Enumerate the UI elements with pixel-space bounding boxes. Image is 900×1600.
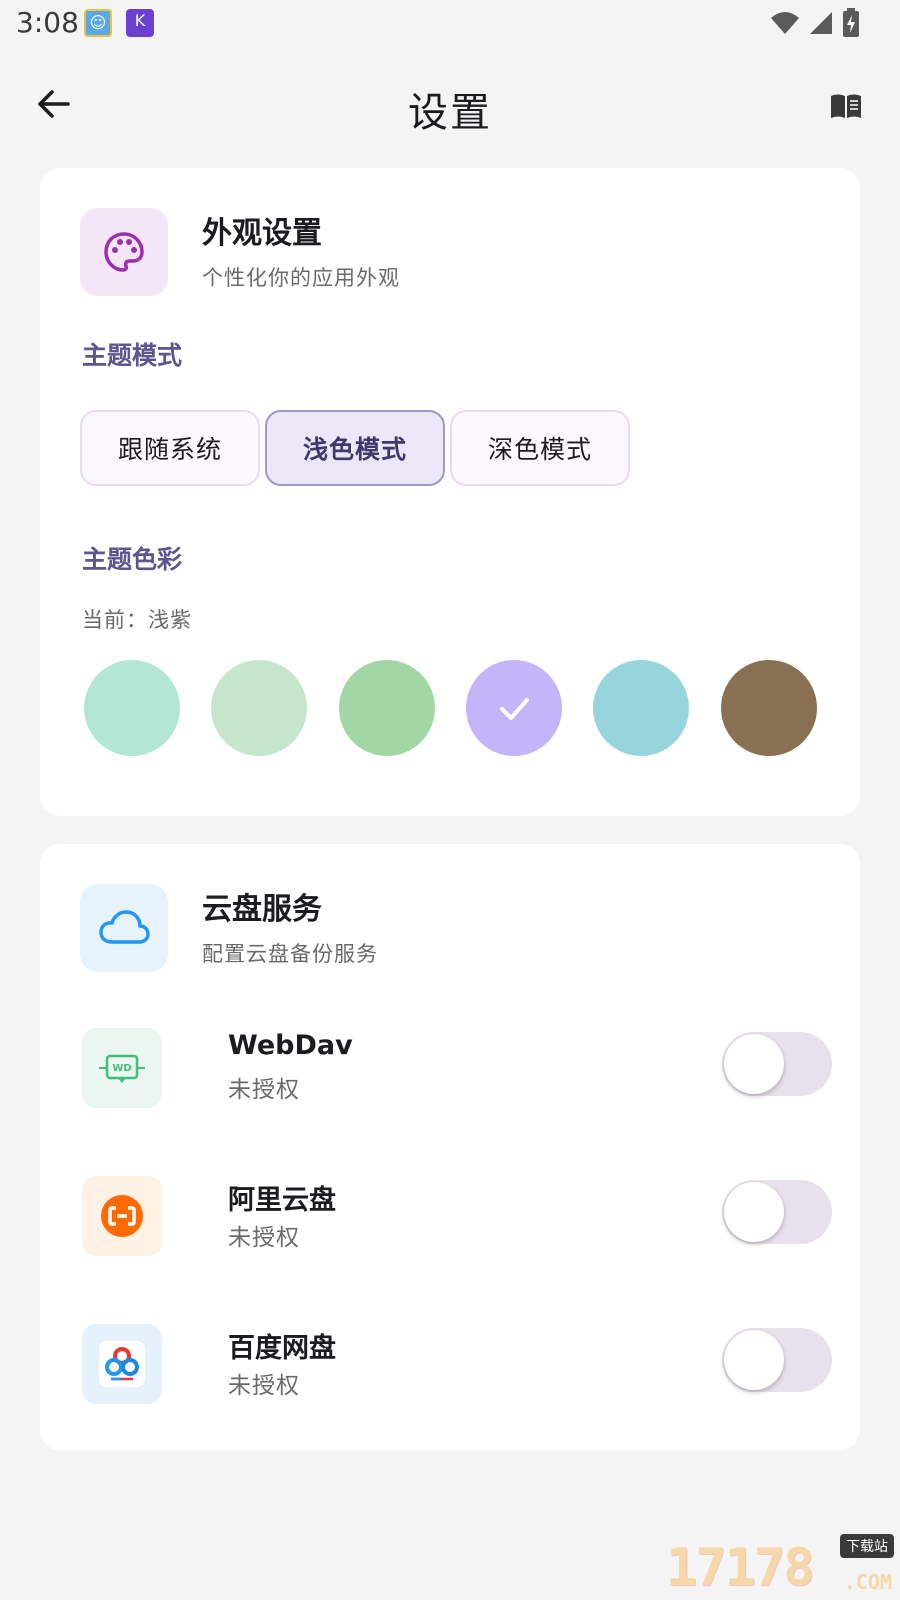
cloud-icon-box	[80, 884, 168, 972]
cloud-subtitle: 配置云盘备份服务	[202, 942, 378, 966]
check-icon	[500, 698, 529, 720]
wifi-icon	[771, 12, 799, 34]
watermark-text: 17178	[666, 1538, 815, 1598]
battery-charging-icon	[843, 8, 859, 37]
aliyun-icon	[82, 1176, 162, 1256]
toggle-knob	[724, 1034, 784, 1094]
webdav-toggle[interactable]	[722, 1032, 832, 1096]
theme-mode-label: 主题模式	[82, 341, 183, 370]
aliyun-toggle[interactable]	[722, 1180, 832, 1244]
baidu-toggle[interactable]	[722, 1328, 832, 1392]
service-name: WebDav	[228, 1030, 353, 1061]
toggle-knob	[724, 1330, 784, 1390]
service-row-webdav: WD WebDav 未授权	[80, 1028, 832, 1112]
color-swatch-cyan[interactable]	[593, 660, 689, 756]
app-icon-1: ☺	[84, 9, 112, 37]
svg-text:WD: WD	[112, 1063, 131, 1074]
watermark-suffix: .COM	[843, 1570, 892, 1594]
status-indicators	[770, 8, 860, 38]
cloud-icon	[99, 910, 150, 944]
signal-icon	[810, 12, 832, 34]
toggle-knob	[724, 1182, 784, 1242]
page-title: 设置	[408, 90, 492, 136]
baidu-icon	[82, 1324, 162, 1404]
webdav-icon: WD	[82, 1028, 162, 1108]
appearance-subtitle: 个性化你的应用外观	[202, 266, 400, 290]
service-status: 未授权	[228, 1373, 300, 1399]
service-name: 百度网盘	[228, 1333, 336, 1364]
mode-chip-follow-system[interactable]: 跟随系统	[80, 410, 260, 486]
status-bar: 3:08 ☺ K	[0, 0, 900, 48]
book-button[interactable]	[822, 82, 870, 130]
cloud-card: 云盘服务 配置云盘备份服务 WD WebDav 未授权 阿里云盘 未授权 百度网…	[40, 844, 860, 1450]
color-swatch-mint[interactable]	[84, 660, 180, 756]
status-time: 3:08	[16, 6, 79, 39]
app-icon-2: K	[126, 9, 154, 37]
mode-chip-dark[interactable]: 深色模式	[450, 410, 630, 486]
service-status: 未授权	[228, 1225, 300, 1251]
current-color-text: 当前：浅紫	[82, 608, 192, 632]
appearance-title: 外观设置	[202, 216, 322, 251]
mode-chip-light[interactable]: 浅色模式	[265, 410, 445, 486]
book-icon	[831, 94, 861, 118]
watermark-tag: 下载站	[840, 1534, 894, 1558]
theme-color-label: 主题色彩	[82, 545, 183, 574]
color-swatch-green[interactable]	[339, 660, 435, 756]
service-row-aliyun: 阿里云盘 未授权	[80, 1176, 832, 1260]
palette-icon-box	[80, 208, 168, 296]
color-swatch-light-purple[interactable]	[466, 660, 562, 756]
appearance-card: 外观设置 个性化你的应用外观 主题模式 跟随系统 浅色模式 深色模式 主题色彩 …	[40, 168, 860, 816]
service-status: 未授权	[228, 1077, 300, 1103]
cloud-title: 云盘服务	[202, 892, 322, 927]
service-row-baidu: 百度网盘 未授权	[80, 1324, 832, 1408]
color-swatch-light-green[interactable]	[211, 660, 307, 756]
palette-icon	[104, 232, 144, 272]
color-swatch-brown[interactable]	[721, 660, 817, 756]
app-header: 设置	[0, 60, 900, 146]
service-name: 阿里云盘	[228, 1185, 336, 1216]
watermark-logo: 17178 下载站 .COM	[666, 1534, 896, 1598]
